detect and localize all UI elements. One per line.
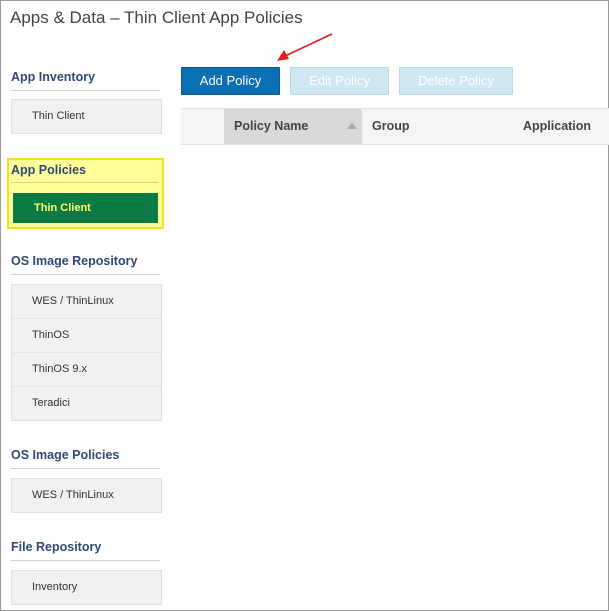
sidebar-item-thin-client-policies[interactable]: Thin Client	[13, 193, 158, 223]
delete-policy-button[interactable]: Delete Policy	[399, 67, 513, 95]
nav-group-os-image-repository: WES / ThinLinux ThinOS ThinOS 9.x Teradi…	[11, 284, 162, 421]
section-title-app-policies: App Policies	[11, 163, 158, 183]
section-title-app-inventory: App Inventory	[11, 70, 160, 91]
column-header-group[interactable]: Group	[372, 109, 410, 144]
sidebar-item-thinos-9x[interactable]: ThinOS 9.x	[12, 353, 161, 387]
nav-group-os-image-policies: WES / ThinLinux	[11, 478, 162, 513]
section-title-os-image-policies: OS Image Policies	[11, 448, 160, 469]
app-window: Apps & Data – Thin Client App Policies A…	[0, 0, 609, 611]
section-title-os-image-repository: OS Image Repository	[11, 254, 160, 275]
column-header-application[interactable]: Application	[523, 109, 591, 144]
sidebar-item-inventory[interactable]: Inventory	[12, 571, 161, 604]
highlight-annotation: App Policies Thin Client	[7, 158, 164, 229]
sidebar-item-teradici[interactable]: Teradici	[12, 387, 161, 420]
sort-ascending-icon	[347, 123, 357, 129]
sidebar-item-wes-thinlinux-policies[interactable]: WES / ThinLinux	[12, 479, 161, 512]
sidebar-item-thinos[interactable]: ThinOS	[12, 319, 161, 353]
add-policy-button[interactable]: Add Policy	[181, 67, 280, 95]
nav-group-file-repository: Inventory	[11, 570, 162, 605]
annotation-arrow-icon	[277, 33, 333, 61]
column-header-label: Policy Name	[234, 119, 309, 133]
section-title-file-repository: File Repository	[11, 540, 160, 561]
page-title: Apps & Data – Thin Client App Policies	[10, 8, 303, 27]
nav-group-app-inventory: Thin Client	[11, 99, 162, 134]
sidebar-item-thin-client-inventory[interactable]: Thin Client	[12, 100, 161, 133]
policy-table-header: Policy Name Group Application	[181, 108, 609, 145]
edit-policy-button[interactable]: Edit Policy	[290, 67, 389, 95]
sidebar-item-wes-thinlinux[interactable]: WES / ThinLinux	[12, 285, 161, 319]
column-header-policy-name[interactable]: Policy Name	[224, 109, 362, 144]
